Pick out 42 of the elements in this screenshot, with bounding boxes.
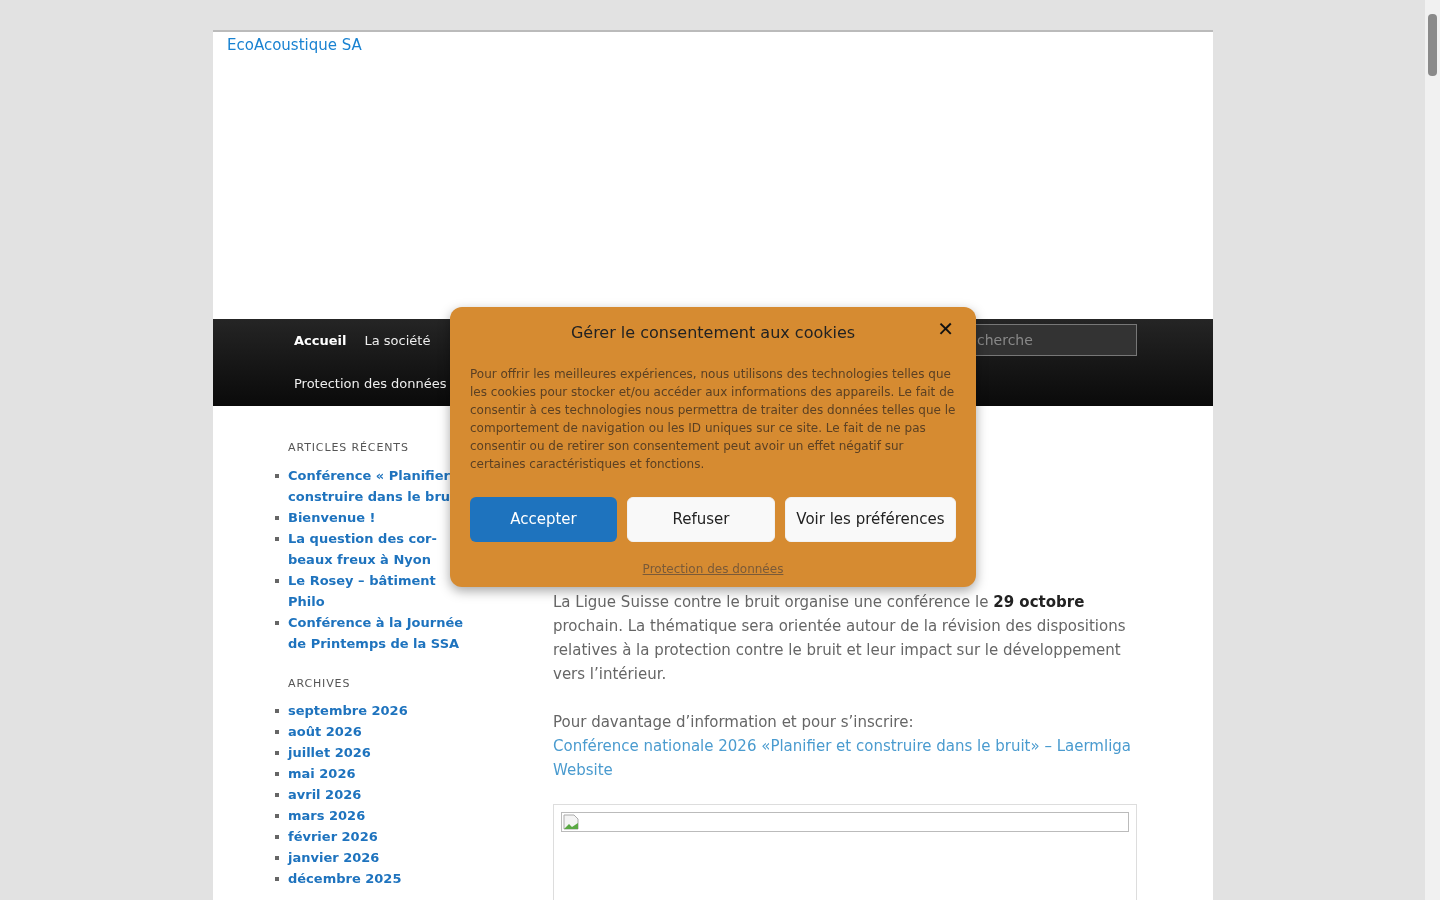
sidebar-link[interactable]: Conférence à la Journée de Printemps de la SSA: [288, 611, 474, 654]
bullet-icon: [275, 730, 279, 734]
sidebar-link[interactable]: juillet 2026: [288, 742, 474, 763]
sidebar-link[interactable]: février 2026: [288, 826, 474, 847]
consent-button[interactable]: Accepter: [470, 497, 617, 542]
consent-button[interactable]: Refuser: [627, 497, 775, 542]
bullet-icon: [275, 473, 279, 478]
dialog-title: Gérer le consentement aux cookies: [570, 322, 856, 344]
bullet-icon: [275, 709, 279, 713]
sidebar-link[interactable]: septembre 2026: [288, 700, 474, 721]
broken-image-icon: [563, 814, 579, 830]
sidebar-link[interactable]: avril 2026: [288, 784, 474, 805]
sidebar-link[interactable]: décembre 2025: [288, 868, 474, 889]
sidebar-link[interactable]: août 2026: [288, 721, 474, 742]
widget-title: ARTICLES RÉCENTS: [288, 440, 409, 456]
sidebar-link[interactable]: janvier 2026: [288, 847, 474, 868]
bullet-icon: [275, 515, 279, 520]
paragraph: Pour davantage d’information et pour s’inscrire: Conférence nationale 2026 «Planifier et construire dans le bruit» – Laermliga Website: [553, 710, 1137, 782]
bullet-icon: [275, 578, 279, 583]
widget-title: ARCHIVES: [288, 675, 351, 692]
dialog-text: Pour offrir les meilleures expériences, nous utilisons des technologies telles que les cookies pour stocker et/ou accéder aux informations des appareils. Le fait de consentir à ces technologies nous permettra de traiter des données telles que le comportement de navigation ou les ID uniques sur ce site. Le fait de ne pas consentir ou de retirer son consentement peut avoir un effet négatif sur certaines caractéristiques et fonctions.: [470, 366, 956, 473]
logo-alt-text[interactable]: EcoAcoustique SA: [213, 34, 362, 57]
scrollbar[interactable]: [1425, 0, 1440, 900]
nav-link[interactable]: Accueil: [285, 319, 356, 362]
close-button[interactable]: ✕: [937, 319, 954, 339]
bullet-icon: [275, 835, 279, 839]
bullet-icon: [275, 772, 279, 776]
sidebar-link[interactable]: mars 2026: [288, 805, 474, 826]
nav-link[interactable]: La société: [355, 319, 440, 362]
bullet-icon: [275, 536, 279, 541]
bullet-icon: [275, 793, 279, 797]
article-link[interactable]: Conférence nationale 2026 «Planifier et construire dans le bruit» – Laermliga Website: [553, 734, 1137, 782]
bullet-icon: [275, 620, 279, 625]
bullet-icon: [275, 814, 279, 818]
bullet-icon: [275, 877, 279, 881]
consent-button[interactable]: Voir les préférences: [785, 497, 956, 542]
scrollbar-thumb[interactable]: [1428, 14, 1437, 76]
sidebar-link[interactable]: Le Rosey – bâtiment Philo: [288, 569, 474, 612]
sidebar-link[interactable]: mai 2026: [288, 763, 474, 784]
bullet-icon: [275, 856, 279, 860]
bullet-icon: [275, 751, 279, 755]
paragraph: La Ligue Suisse contre le bruit organise une conférence le 29 octobre prochain. La thématique sera orientée autour de la révision des dispositions relatives à la protection contre le bruit et leur impact sur le développement vers l’intérieur.: [553, 592, 1127, 685]
